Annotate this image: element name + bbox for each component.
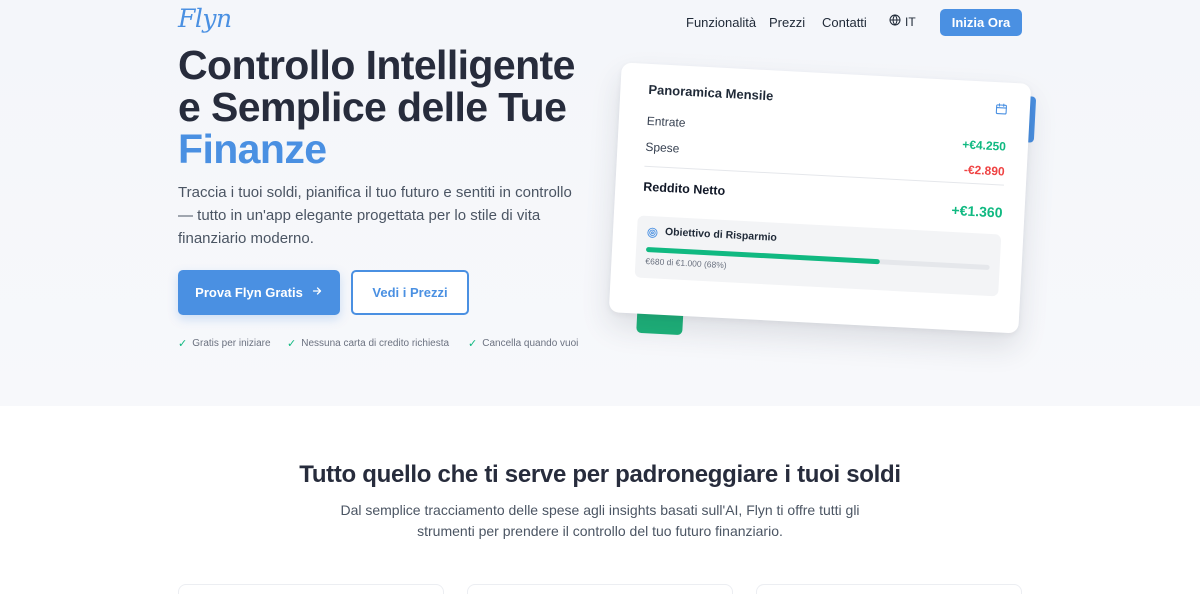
hero-title-accent: Finanze <box>178 126 327 172</box>
perk-no-card: ✓ Nessuna carta di credito richiesta <box>287 337 449 350</box>
savings-goal-caption: €680 di €1.000 (68%) <box>645 255 727 271</box>
perk-cancel: ✓ Cancella quando vuoi <box>468 337 578 350</box>
check-icon: ✓ <box>178 338 188 350</box>
language-label: IT <box>905 14 916 29</box>
nav-link-features[interactable]: Funzionalità <box>686 15 756 30</box>
calendar-icon[interactable] <box>994 102 1008 121</box>
net-income-label: Reddito Netto <box>642 179 726 199</box>
target-icon <box>646 225 658 244</box>
arrow-right-icon <box>311 285 323 300</box>
features-subtitle: Dal semplice tracciamento delle spese ag… <box>340 502 860 539</box>
expenses-value: -€2.890 <box>963 162 1005 179</box>
perk-label: Nessuna carta di credito richiesta <box>301 338 450 349</box>
expenses-label: Spese <box>645 139 680 156</box>
monthly-overview-card: Panoramica Mensile Entrate +€4.250 Spese… <box>608 62 1032 334</box>
globe-icon <box>889 14 901 29</box>
perk-label: Cancella quando vuoi <box>482 338 579 349</box>
income-label: Entrate <box>646 113 686 130</box>
income-value: +€4.250 <box>961 137 1007 154</box>
check-icon: ✓ <box>287 338 297 350</box>
nav-link-pricing[interactable]: Prezzi <box>769 15 805 30</box>
start-now-button[interactable]: Inizia Ora <box>940 9 1022 36</box>
hero-lead: Traccia i tuoi soldi, pianifica il tuo f… <box>178 184 572 247</box>
language-selector[interactable]: IT <box>889 14 916 29</box>
perk-label: Gratis per iniziare <box>192 338 271 349</box>
net-income-value: +€1.360 <box>951 201 1003 221</box>
view-pricing-button[interactable]: Vedi i Prezzi <box>351 270 469 315</box>
feature-card <box>756 584 1022 594</box>
card-title: Panoramica Mensile <box>648 81 774 104</box>
logo[interactable]: Flyn <box>178 4 232 33</box>
savings-goal-title: Obiettivo di Risparmio <box>664 225 778 244</box>
hero-title-line1: Controllo Intelligente <box>178 42 575 88</box>
nav-link-contacts[interactable]: Contatti <box>822 15 867 30</box>
check-icon: ✓ <box>468 338 478 350</box>
feature-card <box>178 584 444 594</box>
try-free-label: Prova Flyn Gratis <box>195 285 303 300</box>
perk-free: ✓ Gratis per iniziare <box>178 337 271 350</box>
try-free-button[interactable]: Prova Flyn Gratis <box>178 270 340 315</box>
navbar: Flyn Funzionalità Prezzi Contatti IT Ini… <box>0 0 1200 44</box>
hero-title-line2: e Semplice delle Tue <box>178 84 567 130</box>
features-title: Tutto quello che ti serve per padroneggi… <box>299 461 901 488</box>
feature-card <box>467 584 733 594</box>
savings-goal: Obiettivo di Risparmio €680 di €1.000 (6… <box>634 215 1002 297</box>
hero-title: Controllo Intelligente e Semplice delle … <box>178 44 618 170</box>
